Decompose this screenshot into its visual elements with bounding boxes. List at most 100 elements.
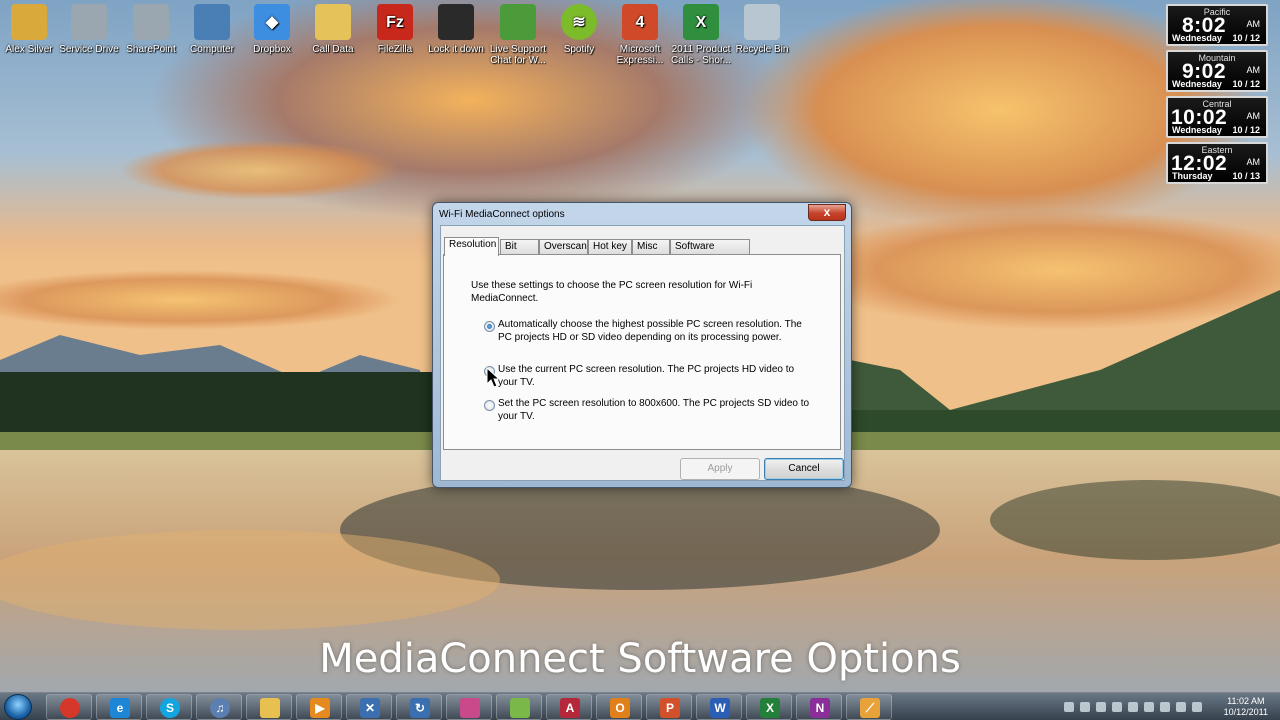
word-icon: W bbox=[710, 698, 730, 718]
tray-monitor-icon[interactable] bbox=[1064, 702, 1074, 712]
desktop-icon-label: Call Data bbox=[312, 44, 354, 55]
desktop-icon-label: Lock it down bbox=[428, 44, 484, 55]
taskbar-word[interactable]: W bbox=[696, 694, 742, 720]
chrome-icon bbox=[60, 698, 80, 718]
start-button[interactable] bbox=[4, 694, 32, 720]
clock-day: Wednesday bbox=[1172, 33, 1222, 43]
taskbar-sync-app[interactable]: ↻ bbox=[396, 694, 442, 720]
tray-flag-icon[interactable] bbox=[1144, 702, 1154, 712]
onenote-icon: N bbox=[810, 698, 830, 718]
desktop-icon-microsoft-expression[interactable]: 4 Microsoft Expressi... bbox=[609, 4, 671, 66]
radio-800x600-resolution[interactable] bbox=[484, 400, 495, 411]
desktop-icon-label: Recycle Bin bbox=[735, 44, 789, 55]
taskbar-folder-app[interactable] bbox=[496, 694, 542, 720]
desktop-icon-label: SharePoint bbox=[126, 44, 176, 55]
taskbar-mediaconnect[interactable]: ⟋ bbox=[846, 694, 892, 720]
clock-day: Wednesday bbox=[1172, 79, 1222, 89]
clock-ampm: AM bbox=[1246, 157, 1261, 167]
tray-app-icon[interactable] bbox=[1096, 702, 1106, 712]
clock-ampm: AM bbox=[1246, 111, 1261, 121]
desktop-icon-label: Alex Silver bbox=[5, 44, 53, 55]
close-icon: x bbox=[823, 205, 831, 219]
media-player-icon: ▶ bbox=[310, 698, 330, 718]
taskbar-outlook[interactable]: O bbox=[596, 694, 642, 720]
tab-bit-rate[interactable]: Bit rate bbox=[500, 239, 539, 266]
tab-misc[interactable]: Misc bbox=[632, 239, 670, 255]
folder-icon bbox=[315, 4, 351, 40]
desktop-icon-lock-it-down[interactable]: Lock it down bbox=[425, 4, 487, 55]
clock-gadget-mountain[interactable]: Mountain 9:02 AM Wednesday 10 / 12 bbox=[1166, 50, 1268, 92]
taskbar-powerpoint[interactable]: P bbox=[646, 694, 692, 720]
taskbar: e S ♫ ▶ ✕ ↻ A O P W X N ⟋ 11:02 AM 10/12… bbox=[0, 692, 1280, 720]
option-current-resolution-label: Use the current PC screen resolution. Th… bbox=[498, 364, 795, 388]
clock-day: Wednesday bbox=[1172, 125, 1222, 135]
dialog-title: Wi-Fi MediaConnect options bbox=[439, 209, 565, 220]
lock-screen-icon bbox=[438, 4, 474, 40]
mediaconnect-options-dialog: Wi-Fi MediaConnect options x Resolution … bbox=[432, 202, 852, 488]
desktop-icon-label: Spotify bbox=[563, 44, 595, 55]
network-drive-icon bbox=[71, 4, 107, 40]
tray-battery-icon[interactable] bbox=[1160, 702, 1170, 712]
desktop-icon-filezilla[interactable]: Fz FileZilla bbox=[364, 4, 426, 55]
file-explorer-icon bbox=[260, 698, 280, 718]
spotify-icon: ≋ bbox=[561, 4, 597, 40]
desktop-icon-label: Computer bbox=[190, 44, 234, 55]
desktop-icon-computer[interactable]: Computer bbox=[181, 4, 243, 55]
tab-software-update[interactable]: Software update bbox=[670, 239, 750, 266]
tray-network-icon[interactable] bbox=[1080, 702, 1090, 712]
desktop-icon-sharepoint[interactable]: SharePoint bbox=[120, 4, 182, 55]
option-auto-resolution-label: Automatically choose the highest possibl… bbox=[498, 319, 802, 343]
system-tray: 11:02 AM 10/12/2011 bbox=[1054, 693, 1280, 720]
tray-app-icon[interactable] bbox=[1112, 702, 1122, 712]
clock-gadget-pacific[interactable]: Pacific 8:02 AM Wednesday 10 / 12 bbox=[1166, 4, 1268, 46]
filezilla-icon: Fz bbox=[377, 4, 413, 40]
itunes-icon: ♫ bbox=[210, 698, 230, 718]
tab-resolution[interactable]: Resolution bbox=[444, 237, 499, 256]
desktop-icon-call-data[interactable]: Call Data bbox=[302, 4, 364, 55]
mouse-cursor-icon bbox=[486, 367, 500, 388]
radio-auto-resolution[interactable] bbox=[484, 321, 495, 332]
dialog-close-button[interactable]: x bbox=[808, 204, 846, 221]
tab-hot-key[interactable]: Hot key bbox=[588, 239, 632, 255]
tray-time: 11:02 AM bbox=[1227, 696, 1265, 706]
taskbar-onenote[interactable]: N bbox=[796, 694, 842, 720]
taskbar-media-player[interactable]: ▶ bbox=[296, 694, 342, 720]
clock-gadget-eastern[interactable]: Eastern 12:02 AM Thursday 10 / 13 bbox=[1166, 142, 1268, 184]
taskbar-chrome[interactable] bbox=[46, 694, 92, 720]
desktop-icon-product-calls[interactable]: X 2011 Product Calls - Shor... bbox=[670, 4, 732, 66]
access-icon: A bbox=[560, 698, 580, 718]
powerpoint-icon: P bbox=[660, 698, 680, 718]
remote-app-icon: ✕ bbox=[360, 698, 380, 718]
tab-overscan[interactable]: Overscan bbox=[539, 239, 588, 255]
excel-icon: X bbox=[760, 698, 780, 718]
expression-icon: 4 bbox=[622, 4, 658, 40]
tray-volume-icon[interactable] bbox=[1192, 702, 1202, 712]
clock-day: Thursday bbox=[1172, 171, 1213, 181]
desktop-icon-label: 2011 Product Calls - Shor... bbox=[670, 44, 732, 66]
cancel-button[interactable]: Cancel bbox=[764, 458, 844, 480]
resolution-panel: Use these settings to choose the PC scre… bbox=[443, 254, 841, 450]
taskbar-paint[interactable] bbox=[446, 694, 492, 720]
taskbar-file-explorer[interactable] bbox=[246, 694, 292, 720]
mediaconnect-icon: ⟋ bbox=[860, 698, 880, 718]
dropbox-icon: ◆ bbox=[254, 4, 290, 40]
apply-button[interactable]: Apply bbox=[680, 458, 760, 480]
taskbar-excel[interactable]: X bbox=[746, 694, 792, 720]
tray-wifi-icon[interactable] bbox=[1176, 702, 1186, 712]
taskbar-itunes[interactable]: ♫ bbox=[196, 694, 242, 720]
desktop-icon-service-drive[interactable]: Service Drive bbox=[58, 4, 120, 55]
taskbar-skype[interactable]: S bbox=[146, 694, 192, 720]
taskbar-remote-app[interactable]: ✕ bbox=[346, 694, 392, 720]
taskbar-access[interactable]: A bbox=[546, 694, 592, 720]
desktop-icon-alex-silver[interactable]: Alex Silver bbox=[0, 4, 60, 55]
desktop-icon-spotify[interactable]: ≋ Spotify bbox=[548, 4, 610, 55]
tray-clock[interactable]: 11:02 AM 10/12/2011 bbox=[1224, 696, 1268, 718]
desktop-icon-dropbox[interactable]: ◆ Dropbox bbox=[241, 4, 303, 55]
tray-app-icon[interactable] bbox=[1128, 702, 1138, 712]
taskbar-internet-explorer[interactable]: e bbox=[96, 694, 142, 720]
user-folder-icon bbox=[11, 4, 47, 40]
clock-date: 10 / 13 bbox=[1232, 171, 1260, 181]
desktop-icon-recycle-bin[interactable]: Recycle Bin bbox=[731, 4, 793, 55]
desktop-icon-live-support[interactable]: Live Support Chat for W... bbox=[487, 4, 549, 66]
clock-gadget-central[interactable]: Central 10:02 AM Wednesday 10 / 12 bbox=[1166, 96, 1268, 138]
